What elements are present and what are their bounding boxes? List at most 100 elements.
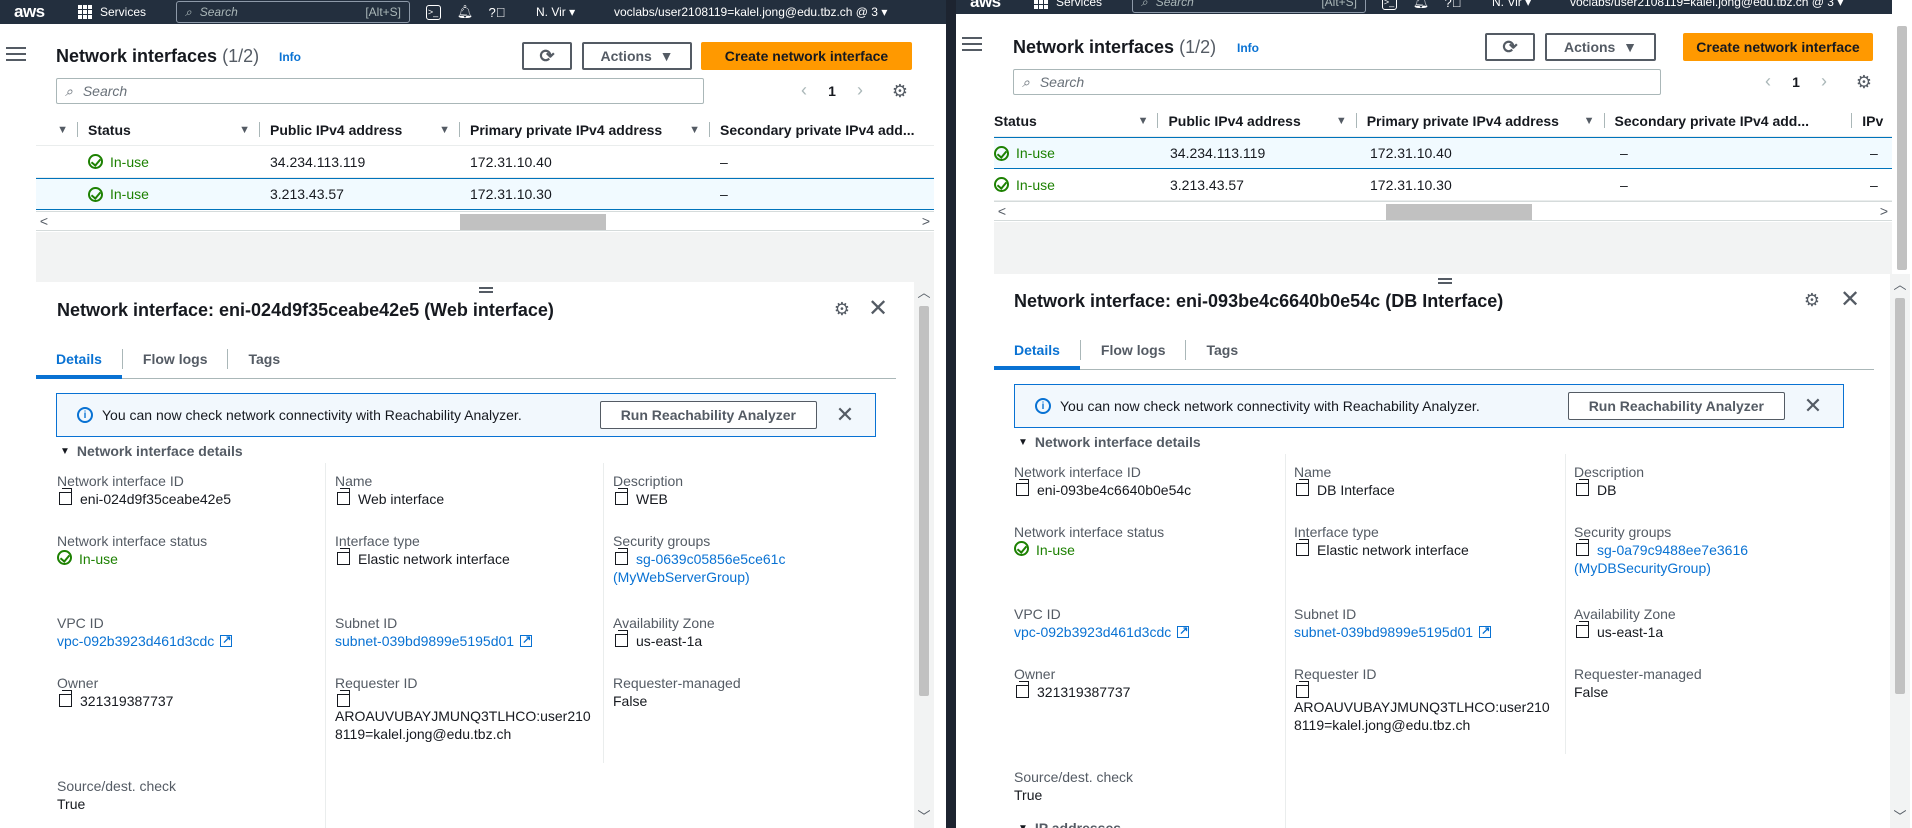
security-group-link[interactable]: sg-0639c05856e5ce61c — [636, 550, 785, 568]
actions-dropdown[interactable]: Actions ▼ — [1545, 33, 1656, 61]
vpc-id-link[interactable]: vpc-092b3923d461d3cdc — [1014, 623, 1171, 641]
table-row-selected[interactable]: In-use 34.234.113.119 172.31.10.40 – – — [994, 137, 1892, 169]
scroll-right-icon[interactable]: > — [1876, 202, 1892, 220]
detail-vertical-scrollbar[interactable]: ︿ ﹀ — [914, 282, 934, 828]
copy-icon[interactable] — [615, 488, 628, 505]
next-page-icon[interactable]: › — [850, 80, 870, 101]
scroll-thumb[interactable] — [460, 214, 606, 230]
col-public-ip[interactable]: Public IPv4 address ▼ — [260, 114, 460, 145]
hamburger-menu-icon[interactable] — [962, 37, 982, 51]
table-search-input[interactable]: ⌕ Search — [56, 78, 704, 104]
col-secondary-ip[interactable]: Secondary private IPv4 add... — [1605, 105, 1853, 136]
global-search-input[interactable]: ⌕ Search [Alt+S] — [1132, 0, 1366, 13]
col-public-ip[interactable]: Public IPv4 address ▼ — [1158, 105, 1357, 136]
info-link[interactable]: Info — [1237, 41, 1259, 55]
scroll-down-icon[interactable]: ﹀ — [914, 808, 934, 826]
cloudshell-icon[interactable]: >_ — [1380, 0, 1398, 11]
copy-icon[interactable] — [615, 548, 628, 565]
copy-icon[interactable] — [337, 488, 350, 505]
run-reachability-analyzer-button[interactable]: Run Reachability Analyzer — [1567, 392, 1785, 420]
ip-addresses-section-header[interactable]: ▼ IP addresses — [1018, 820, 1121, 828]
tab-tags[interactable]: Tags — [1186, 330, 1258, 369]
table-row[interactable]: In-use 34.234.113.119 172.31.10.40 – — [36, 146, 934, 178]
security-group-link[interactable]: sg-0a79c9488ee7e3616 — [1597, 541, 1748, 559]
external-link-icon[interactable] — [1479, 622, 1492, 640]
copy-icon[interactable] — [1576, 621, 1589, 638]
split-panel-drag-handle[interactable] — [479, 287, 493, 293]
create-network-interface-button[interactable]: Create network interface — [701, 42, 912, 70]
services-grid-icon[interactable] — [78, 5, 92, 19]
account-menu[interactable]: voclabs/user2108119=kalel.jong@edu.tbz.c… — [614, 5, 887, 19]
help-icon[interactable]: ?⃝ — [488, 3, 506, 21]
security-group-name-link[interactable]: (MyWebServerGroup) — [613, 568, 893, 586]
tab-details[interactable]: Details — [994, 330, 1080, 370]
table-preferences-gear-icon[interactable]: ⚙ — [891, 82, 909, 100]
copy-icon[interactable] — [337, 548, 350, 565]
detail-preferences-gear-icon[interactable]: ⚙ — [1803, 291, 1821, 309]
scroll-up-icon[interactable]: ︿ — [914, 284, 934, 302]
current-page[interactable]: 1 — [1778, 74, 1814, 90]
copy-icon[interactable] — [615, 630, 628, 647]
scroll-thumb[interactable] — [1386, 204, 1532, 220]
table-horizontal-scrollbar[interactable]: < > — [994, 201, 1892, 221]
copy-icon[interactable] — [1296, 681, 1309, 698]
scroll-left-icon[interactable]: < — [994, 202, 1010, 220]
services-menu[interactable]: Services — [1056, 0, 1126, 9]
copy-icon[interactable] — [1016, 681, 1029, 698]
scroll-right-icon[interactable]: > — [918, 212, 934, 230]
region-selector[interactable]: N. Vir ▾ — [1492, 0, 1562, 9]
subnet-id-link[interactable]: subnet-039bd9899e5195d01 — [1294, 623, 1473, 641]
tab-flow-logs[interactable]: Flow logs — [1081, 330, 1186, 369]
next-page-icon[interactable]: › — [1814, 71, 1834, 92]
scroll-down-icon[interactable]: ﹀ — [1890, 808, 1910, 826]
col-ipv6[interactable]: IPv — [1852, 105, 1892, 136]
scroll-thumb[interactable] — [919, 306, 929, 696]
col-secondary-ip[interactable]: Secondary private IPv4 add... — [710, 114, 934, 145]
copy-icon[interactable] — [337, 690, 350, 707]
notifications-bell-icon[interactable]: 🔔︎ — [1412, 0, 1430, 11]
cloudshell-icon[interactable]: >_ — [424, 3, 442, 21]
subnet-id-link[interactable]: subnet-039bd9899e5195d01 — [335, 632, 514, 650]
aws-logo[interactable]: aws — [956, 0, 1010, 12]
tab-details[interactable]: Details — [36, 339, 122, 379]
services-grid-icon[interactable] — [1034, 0, 1048, 9]
copy-icon[interactable] — [1576, 539, 1589, 556]
copy-icon[interactable] — [1296, 479, 1309, 496]
scroll-thumb[interactable] — [1897, 26, 1907, 270]
account-menu[interactable]: voclabs/user2108119=kalel.jong@edu.tbz.c… — [1570, 0, 1843, 9]
vpc-id-link[interactable]: vpc-092b3923d461d3cdc — [57, 632, 214, 650]
copy-icon[interactable] — [1016, 479, 1029, 496]
tab-flow-logs[interactable]: Flow logs — [123, 339, 228, 378]
region-selector[interactable]: N. Vir ▾ — [536, 5, 606, 19]
table-horizontal-scrollbar[interactable]: < > — [36, 211, 934, 231]
copy-icon[interactable] — [59, 690, 72, 707]
help-icon[interactable]: ?⃝ — [1444, 0, 1462, 11]
hamburger-menu-icon[interactable] — [6, 47, 26, 61]
current-page[interactable]: 1 — [814, 83, 850, 99]
external-link-icon[interactable] — [1177, 622, 1190, 640]
prev-page-icon[interactable]: ‹ — [794, 80, 814, 101]
close-detail-icon[interactable]: ✕ — [868, 297, 888, 321]
global-search-input[interactable]: ⌕ Search [Alt+S] — [176, 1, 410, 23]
external-link-icon[interactable] — [220, 631, 233, 649]
col-prev-sort[interactable]: ▼ — [36, 114, 78, 145]
dismiss-flash-icon[interactable]: ✕ — [835, 402, 855, 428]
aws-logo[interactable]: aws — [0, 2, 54, 22]
refresh-button[interactable]: ⟳ — [522, 42, 572, 70]
col-status[interactable]: Status ▼ — [994, 105, 1159, 136]
col-private-ip[interactable]: Primary private IPv4 address ▼ — [1357, 105, 1605, 136]
copy-icon[interactable] — [1296, 539, 1309, 556]
scroll-left-icon[interactable]: < — [36, 212, 52, 230]
tab-tags[interactable]: Tags — [228, 339, 300, 378]
table-row[interactable]: In-use 3.213.43.57 172.31.10.30 – – — [994, 169, 1892, 201]
create-network-interface-button[interactable]: Create network interface — [1683, 33, 1873, 61]
external-link-icon[interactable] — [520, 631, 533, 649]
scroll-thumb[interactable] — [1895, 298, 1905, 694]
detail-vertical-scrollbar[interactable]: ︿ ﹀ — [1890, 274, 1910, 828]
scroll-up-icon[interactable]: ︿ — [1890, 276, 1910, 294]
table-row-selected[interactable]: In-use 3.213.43.57 172.31.10.30 – — [36, 178, 934, 210]
copy-icon[interactable] — [1576, 479, 1589, 496]
info-link[interactable]: Info — [279, 50, 301, 64]
page-vertical-scrollbar[interactable] — [1892, 0, 1912, 270]
close-detail-icon[interactable]: ✕ — [1840, 288, 1860, 312]
